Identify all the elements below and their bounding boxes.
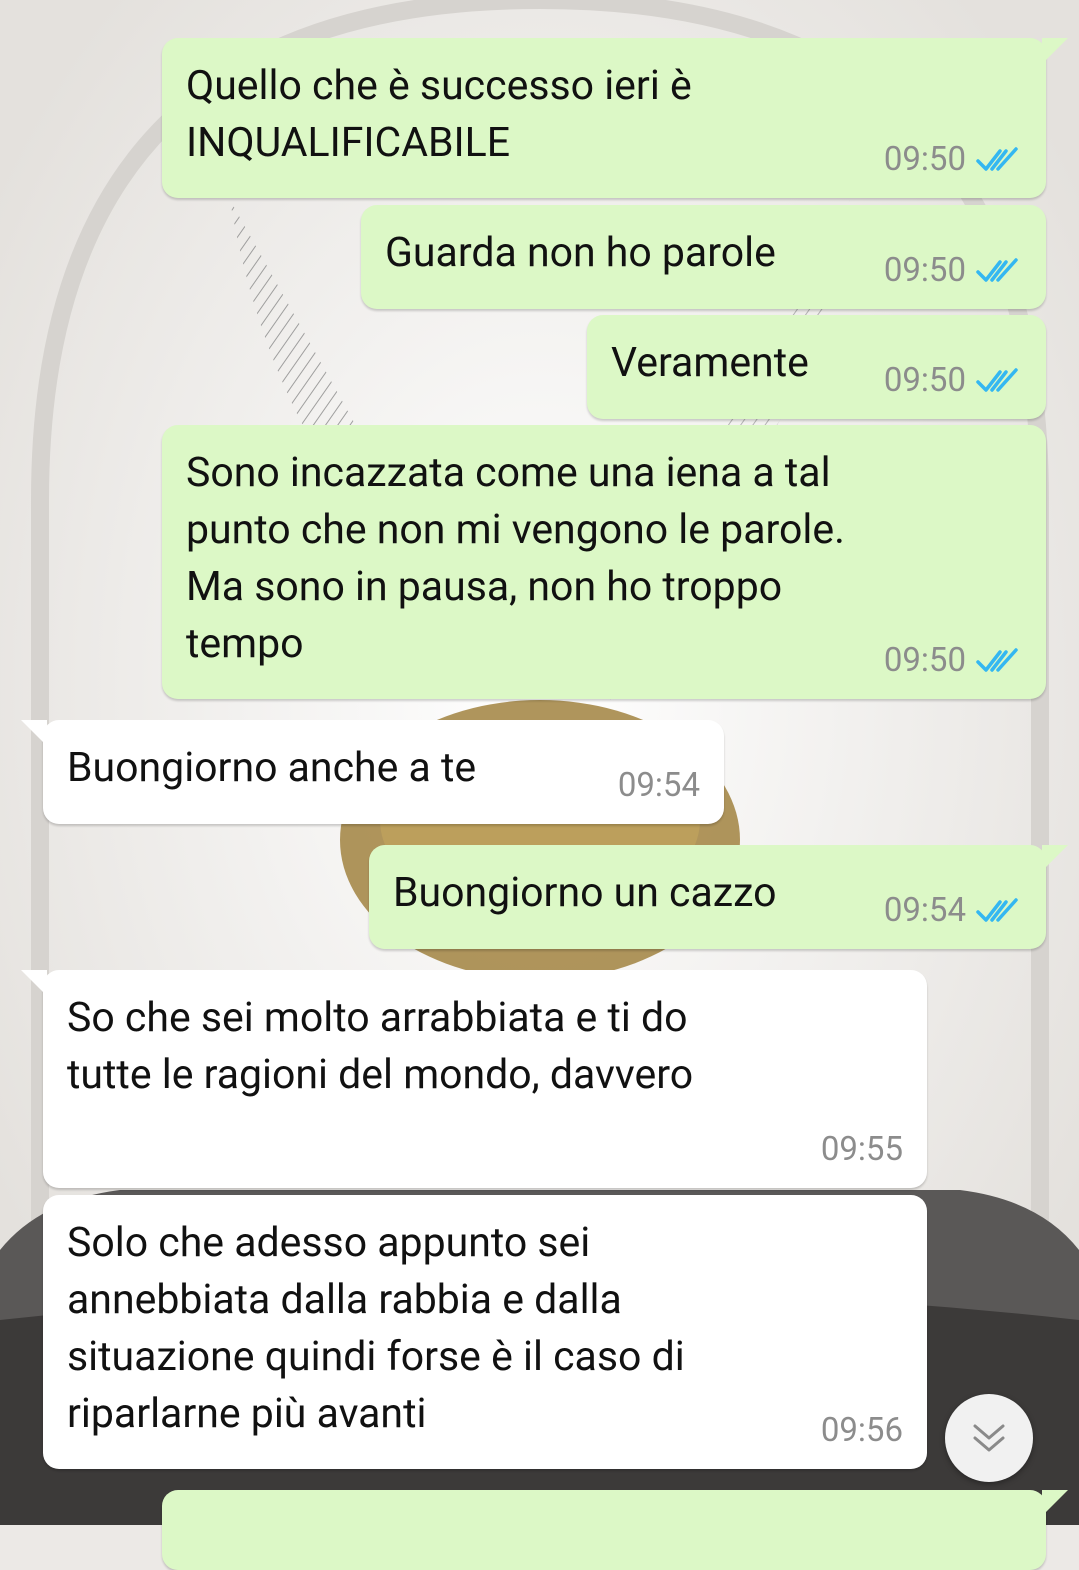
double-check-read-icon — [976, 147, 1018, 171]
message-time: 09:50 — [883, 251, 966, 290]
double-chevron-down-icon — [973, 1424, 1005, 1452]
message-text: Sono incazzata come una iena a tal punto… — [186, 449, 845, 668]
message-bubble-incoming[interactable]: Buongiorno anche a te 09:54 — [21, 720, 724, 824]
message-bubble-outgoing[interactable]: Sono incazzata come una iena a tal punto… — [162, 425, 1046, 699]
message-bubble-outgoing-partial[interactable] — [162, 1490, 1068, 1570]
message-bubble-incoming[interactable]: So che sei molto arrabbiata e ti do tutt… — [21, 970, 927, 1188]
message-meta: 09:55 — [821, 1130, 903, 1170]
message-meta: 09:50 — [884, 361, 1022, 401]
double-check-read-icon — [976, 258, 1018, 282]
bubble-tail — [21, 720, 47, 746]
message-list[interactable]: Quello che è successo ieri è INQUALIFICA… — [0, 0, 1079, 1570]
message-bubble-outgoing[interactable]: Guarda non ho parole 09:50 — [361, 205, 1046, 309]
message-time: 09:50 — [883, 641, 966, 680]
message-bubble-outgoing[interactable]: Veramente 09:50 — [587, 315, 1046, 419]
bubble-tail — [21, 970, 47, 996]
message-meta: 09:50 — [884, 140, 1022, 180]
message-time: 09:56 — [820, 1411, 903, 1450]
message-bubble-incoming[interactable]: Solo che adesso appunto sei annebbiata d… — [43, 1195, 927, 1469]
message-bubble-outgoing[interactable]: Quello che è successo ieri è INQUALIFICA… — [162, 38, 1068, 198]
message-time: 09:54 — [883, 891, 966, 930]
message-meta: 09:54 — [618, 766, 700, 806]
message-meta: 09:56 — [821, 1411, 903, 1451]
message-text: Solo che adesso appunto sei annebbiata d… — [67, 1219, 685, 1438]
double-check-read-icon — [976, 898, 1018, 922]
message-meta: 09:50 — [884, 641, 1022, 681]
message-meta: 09:54 — [884, 891, 1022, 931]
bubble-tail — [1042, 1490, 1068, 1516]
bubble-tail — [1042, 38, 1068, 64]
message-meta: 09:50 — [884, 251, 1022, 291]
message-text: Buongiorno anche a te — [67, 744, 477, 792]
message-time: 09:54 — [617, 766, 700, 805]
message-bubble-outgoing[interactable]: Buongiorno un cazzo 09:54 — [369, 845, 1068, 949]
message-time: 09:50 — [883, 140, 966, 179]
bubble-tail — [1042, 845, 1068, 871]
message-text: So che sei molto arrabbiata e ti do tutt… — [67, 994, 694, 1099]
scroll-to-bottom-button[interactable] — [945, 1394, 1033, 1482]
message-time: 09:55 — [820, 1130, 903, 1169]
double-check-read-icon — [976, 368, 1018, 392]
message-time: 09:50 — [883, 361, 966, 400]
double-check-read-icon — [976, 648, 1018, 672]
